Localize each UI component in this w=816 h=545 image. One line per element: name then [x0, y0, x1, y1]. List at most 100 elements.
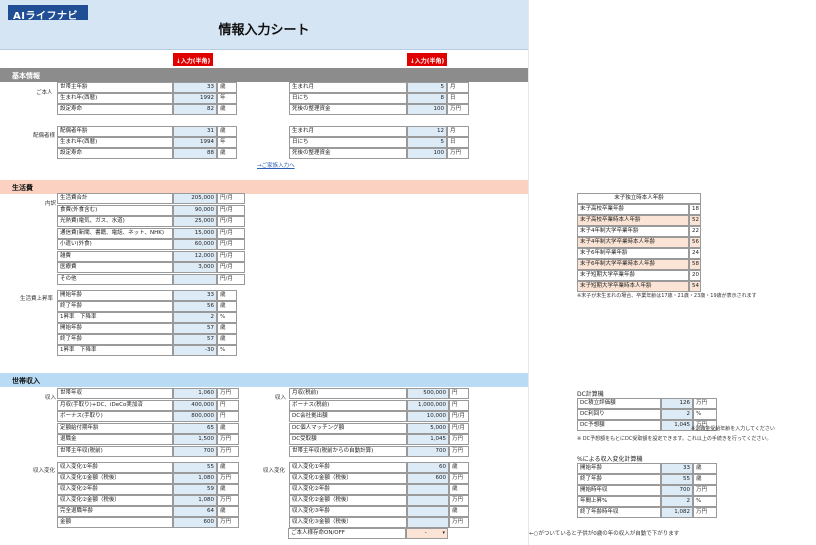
- pct-field-label: 年間上昇%: [577, 496, 661, 507]
- spouse-extra-field-value[interactable]: 12: [407, 126, 447, 137]
- living-rate-value[interactable]: 33: [173, 290, 217, 301]
- pct-field-value[interactable]: 33: [661, 463, 693, 474]
- onoff-value: -: [424, 530, 427, 536]
- pct-field-unit: 万円: [693, 485, 717, 496]
- change-right-value[interactable]: 600: [407, 473, 449, 484]
- change-right-value[interactable]: [407, 484, 449, 495]
- living-cost-value[interactable]: 3,000: [173, 262, 217, 273]
- spreadsheet-area: AIライフナビ 情報入力シート ↓入力(半角) ↓入力(半角) 基本情報 生活費…: [0, 0, 528, 545]
- change-right-value[interactable]: [407, 517, 449, 528]
- income-detail-label: DC受取額: [289, 434, 407, 445]
- youngest-row-label: 末子6年制卒業年齢: [577, 248, 689, 259]
- income-field-value[interactable]: 1,500: [173, 434, 217, 445]
- change-left-unit: 万円: [217, 473, 239, 484]
- youngest-note: ※末子が未生まれの場合、卒業年齢は17歳・21歳・23歳・19歳が表示されます: [577, 293, 757, 299]
- living-cost-value[interactable]: 12,000: [173, 250, 217, 262]
- pct-field-unit: 歳: [693, 463, 717, 474]
- youngest-row-label: 末子6年制大学卒業時本人年齢: [577, 259, 689, 270]
- living-rate-unit: 歳: [217, 290, 237, 301]
- income-field-label: ボーナス(手取り): [57, 411, 173, 422]
- living-cost-unit: 円/月: [217, 239, 245, 250]
- spouse-extra-field-value[interactable]: 100: [407, 148, 447, 159]
- spouse-field-value[interactable]: 31: [173, 126, 217, 137]
- dc-field-value[interactable]: 126: [661, 398, 693, 409]
- change-right-value[interactable]: [407, 495, 449, 506]
- self-extra-field-label: 日にち: [289, 93, 407, 104]
- living-cost-value[interactable]: 15,000: [173, 227, 217, 239]
- living-cost-unit: 円/月: [217, 216, 245, 227]
- youngest-row-label: 末子高校卒業年齢: [577, 204, 689, 215]
- pct-field-value[interactable]: 1,082: [661, 507, 693, 518]
- pct-field-value[interactable]: 2: [661, 496, 693, 507]
- living-rate-value[interactable]: 56: [173, 301, 217, 312]
- change-right-label: 収入変化③金額（税後）: [289, 517, 407, 528]
- income-field-value[interactable]: 65: [173, 422, 217, 434]
- income-field-value[interactable]: 700: [173, 445, 217, 457]
- self-field-value[interactable]: 33: [173, 82, 217, 93]
- change-right-value[interactable]: 60: [407, 462, 449, 473]
- spouse-field-value[interactable]: 88: [173, 148, 217, 159]
- dc-field-value[interactable]: 1,045: [661, 420, 693, 431]
- change-left-value[interactable]: 1,080: [173, 495, 217, 506]
- change-left-value[interactable]: 55: [173, 462, 217, 473]
- youngest-row-label: 末子4年制大学卒業時本人年齢: [577, 237, 689, 248]
- living-rate-value[interactable]: 57: [173, 323, 217, 334]
- self-field-value[interactable]: 82: [173, 104, 217, 115]
- change-right-value[interactable]: [407, 506, 449, 517]
- living-cost-value[interactable]: 60,000: [173, 239, 217, 250]
- change-left-value[interactable]: 59: [173, 484, 217, 495]
- pct-field-value[interactable]: 55: [661, 474, 693, 485]
- income-detail-value[interactable]: 700: [407, 445, 449, 457]
- income-field-label: 世帯年収: [57, 388, 173, 399]
- dc-field-value[interactable]: 2: [661, 409, 693, 420]
- self-extra-field-value[interactable]: 5: [407, 82, 447, 93]
- spouse-field-value[interactable]: 1994: [173, 137, 217, 148]
- self-group-label: ご本人: [36, 90, 53, 96]
- onoff-dropdown[interactable]: - ▾: [406, 528, 448, 539]
- self-field-unit: 歳: [217, 104, 237, 115]
- income-detail-value[interactable]: 1,045: [407, 434, 449, 445]
- living-cost-label: 通信費(新聞、書籍、電話、ネット、NHK): [57, 227, 173, 239]
- self-extra-field-value[interactable]: 8: [407, 93, 447, 104]
- spouse-extra-field-unit: 万円: [447, 148, 469, 159]
- living-cost-label: 小遣い(外食): [57, 239, 173, 250]
- youngest-row-value: 20: [689, 270, 701, 281]
- family-input-link[interactable]: →ご家族入力へ: [257, 161, 295, 169]
- income-field-value[interactable]: 800,000: [173, 411, 217, 422]
- change-left-unit: 万円: [217, 495, 239, 506]
- income-field-value[interactable]: 1,060: [173, 388, 217, 399]
- change-left-value[interactable]: 1,080: [173, 473, 217, 484]
- change-left-label: 完全退職年齢: [57, 506, 173, 517]
- living-cost-value[interactable]: 205,000: [173, 193, 217, 204]
- income-detail-value[interactable]: 10,000: [407, 411, 449, 422]
- change-left-value[interactable]: 600: [173, 517, 217, 528]
- living-rate-value[interactable]: 57: [173, 334, 217, 345]
- change-right-unit: 万円: [449, 495, 469, 506]
- living-cost-value[interactable]: [173, 273, 217, 285]
- dc-field-label: DC予想額: [577, 420, 661, 431]
- living-cost-value[interactable]: 90,000: [173, 204, 217, 216]
- living-rate-unit: %: [217, 345, 237, 356]
- self-field-value[interactable]: 1992: [173, 93, 217, 104]
- change-left-value[interactable]: 64: [173, 506, 217, 517]
- living-cost-value[interactable]: 25,000: [173, 216, 217, 227]
- income-field-unit: 歳: [217, 422, 239, 434]
- living-rate-value[interactable]: -30: [173, 345, 217, 356]
- pct-field-value[interactable]: 700: [661, 485, 693, 496]
- income-group-label-right: 収入: [275, 395, 287, 401]
- income-field-unit: 万円: [217, 388, 239, 399]
- spouse-extra-field-label: 日にち: [289, 137, 407, 148]
- pct-field-unit: 歳: [693, 474, 717, 485]
- self-extra-field-value[interactable]: 100: [407, 104, 447, 115]
- spouse-field-unit: 歳: [217, 148, 237, 159]
- dc-field-label: DC利回り: [577, 409, 661, 420]
- income-detail-value[interactable]: 500,000: [407, 388, 449, 399]
- income-detail-value[interactable]: 1,000,000: [407, 399, 449, 411]
- income-field-value[interactable]: 400,000: [173, 399, 217, 411]
- onoff-label: ご本人様存命ON/OFF: [288, 528, 406, 539]
- income-detail-value[interactable]: 5,000: [407, 422, 449, 434]
- spouse-extra-field-value[interactable]: 5: [407, 137, 447, 148]
- living-rate-value[interactable]: 2: [173, 312, 217, 323]
- living-rate-unit: 歳: [217, 334, 237, 345]
- change-right-unit: 歳: [449, 484, 469, 495]
